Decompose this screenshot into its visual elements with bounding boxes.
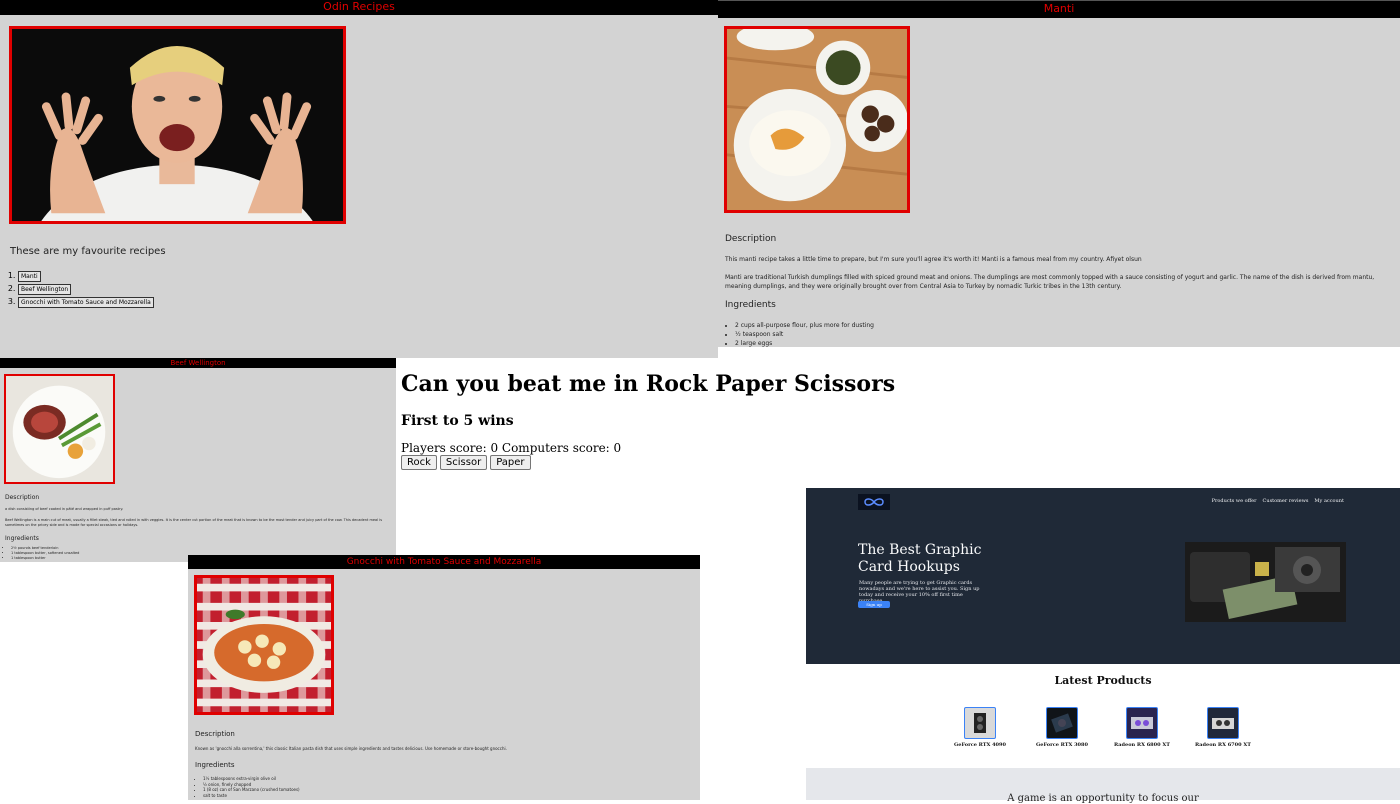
list-item: Beef Wellington: [18, 284, 154, 295]
rps-button-group: Rock Scissor Paper: [401, 455, 531, 470]
rps-subtitle: First to 5 wins: [401, 413, 514, 429]
gnocchi-ingredients-heading: Ingredients: [195, 761, 235, 769]
rps-panel: Can you beat me in Rock Paper Scissors F…: [396, 360, 895, 485]
product-card[interactable]: GeForce RTX 3080: [1032, 707, 1092, 748]
rps-title: Can you beat me in Rock Paper Scissors: [401, 371, 896, 397]
manti-ingredients-list: 2 cups all-purpose flour, plus more for …: [725, 321, 874, 347]
product-name: Radeon RX 6800 XT: [1114, 742, 1170, 748]
rock-button[interactable]: Rock: [401, 455, 437, 470]
list-item: 2 large eggs: [735, 339, 874, 347]
signup-button[interactable]: Sign up: [858, 601, 890, 608]
hero-image: [1185, 542, 1346, 622]
wellington-photo: [4, 374, 115, 484]
gnocchi-description-heading: Description: [195, 730, 235, 738]
manti-para1: This manti recipe takes a little time to…: [725, 256, 1142, 263]
product-card[interactable]: Radeon RX 6800 XT: [1112, 707, 1172, 748]
home-title: Odin Recipes: [0, 0, 718, 15]
hero-section: Products we offer Customer reviews My ac…: [806, 488, 1400, 664]
home-heading: These are my favourite recipes: [10, 246, 166, 257]
wellington-ingredients-list: 2½ pounds beef tenderloin 1 tablespoon b…: [5, 546, 79, 561]
nav-reviews[interactable]: Customer reviews: [1263, 498, 1309, 504]
manti-photo: [724, 26, 910, 213]
product-card[interactable]: GeForce RTX 4090: [950, 707, 1010, 748]
manti-panel: Manti Description This manti recipe take…: [718, 0, 1400, 347]
hero-headline: The Best Graphic Card Hookups: [858, 542, 982, 575]
list-item: 1 tablespoon butter: [11, 556, 79, 561]
manti-para2: Manti are traditional Turkish dumplings …: [725, 274, 1375, 290]
list-item: Manti: [18, 271, 154, 282]
manti-link[interactable]: Manti: [18, 271, 41, 282]
quote-text: A game is an opportunity to focus our: [1007, 793, 1199, 804]
chef-photo: [9, 26, 346, 224]
manti-ingredients-heading: Ingredients: [725, 300, 776, 310]
wellington-description-heading: Description: [5, 494, 40, 501]
scissor-button[interactable]: Scissor: [439, 455, 488, 470]
gpu-site-panel: Products we offer Customer reviews My ac…: [806, 488, 1400, 804]
wellington-title: Beef Wellington: [0, 358, 396, 368]
nav-account[interactable]: My account: [1314, 498, 1344, 504]
latest-products-heading: Latest Products: [1054, 674, 1152, 687]
nav-products[interactable]: Products we offer: [1212, 498, 1257, 504]
wellington-ingredients-heading: Ingredients: [5, 535, 39, 542]
product-image: [1207, 707, 1239, 739]
wellington-panel: Beef Wellington Description a dish consi…: [0, 358, 396, 562]
beef-wellington-link[interactable]: Beef Wellington: [18, 284, 72, 295]
rps-score: Players score: 0 Computers score: 0: [401, 441, 622, 455]
list-item: Gnocchi with Tomato Sauce and Mozzarella: [18, 297, 154, 308]
gnocchi-ingredients-list: 1½ tablespoons extra-virgin olive oil ½ …: [195, 776, 300, 798]
gnocchi-photo: [194, 575, 334, 715]
recipe-list: Manti Beef Wellington Gnocchi with Tomat…: [0, 271, 154, 310]
gnocchi-para1: Known as 'gnocchi alla sorrentina,' this…: [195, 746, 507, 751]
product-name: Radeon RX 6700 XT: [1195, 742, 1251, 748]
wellington-para2: Beef Wellington is a main cut of meat, u…: [5, 518, 383, 527]
product-name: GeForce RTX 4090: [954, 742, 1006, 748]
product-card[interactable]: Radeon RX 6700 XT: [1193, 707, 1253, 748]
gnocchi-link[interactable]: Gnocchi with Tomato Sauce and Mozzarella: [18, 297, 154, 308]
top-nav: Products we offer Customer reviews My ac…: [1212, 498, 1344, 504]
paper-button[interactable]: Paper: [490, 455, 531, 470]
product-name: GeForce RTX 3080: [1036, 742, 1088, 748]
list-item: 2 cups all-purpose flour, plus more for …: [735, 321, 874, 330]
wellington-para1: a dish consisting of beef coated in pâté…: [5, 507, 124, 511]
infinity-logo-icon[interactable]: [858, 494, 890, 510]
manti-description-heading: Description: [725, 234, 777, 244]
product-image: [1046, 707, 1078, 739]
list-item: ½ teaspoon salt: [735, 330, 874, 339]
manti-title: Manti: [718, 0, 1400, 18]
list-item: salt to taste: [203, 793, 300, 799]
gnocchi-title: Gnocchi with Tomato Sauce and Mozzarella: [188, 555, 700, 569]
recipes-home-panel: Odin Recipes These are my favourite reci…: [0, 0, 718, 358]
product-image: [1126, 707, 1158, 739]
gnocchi-panel: Gnocchi with Tomato Sauce and Mozzarella…: [188, 555, 700, 800]
list-item: 1 (8 oz) can of San Marzano (crushed tom…: [203, 787, 300, 793]
product-image: [964, 707, 996, 739]
